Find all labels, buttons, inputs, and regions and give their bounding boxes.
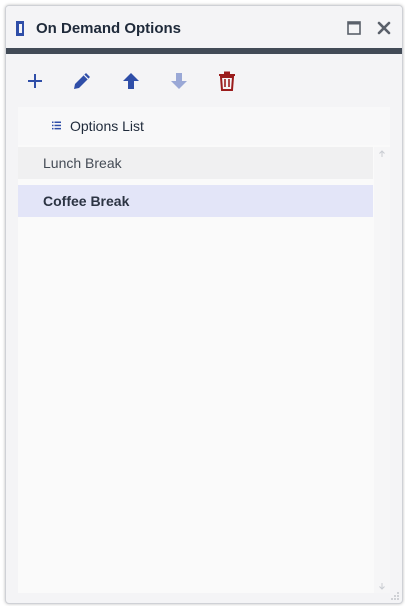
chevron-up-icon (379, 150, 385, 157)
delete-button[interactable] (214, 68, 240, 94)
move-down-button[interactable] (166, 68, 192, 94)
vertical-scrollbar[interactable] (374, 147, 390, 593)
maximize-button[interactable] (344, 18, 364, 38)
list-header: Options List (18, 107, 390, 145)
arrow-down-icon (171, 73, 187, 89)
toolbar (6, 54, 402, 104)
list-item-label: Coffee Break (43, 193, 130, 209)
on-demand-options-window: On Demand Options Options List Lunch Bre… (5, 5, 403, 604)
window-title: On Demand Options (36, 20, 182, 37)
maximize-icon (347, 21, 361, 35)
list-icon (52, 121, 61, 130)
list-title: Options List (70, 118, 144, 134)
title-bar[interactable]: On Demand Options (6, 6, 402, 48)
list-item-label: Lunch Break (43, 155, 122, 171)
resize-grip-icon[interactable] (390, 591, 400, 601)
close-button[interactable] (374, 18, 394, 38)
list-item-lunch-break[interactable]: Lunch Break (18, 147, 373, 179)
plus-icon (28, 74, 42, 88)
add-button[interactable] (22, 68, 48, 94)
move-up-button[interactable] (118, 68, 144, 94)
edit-button[interactable] (69, 68, 95, 94)
trash-icon (219, 71, 235, 91)
scroll-down-button[interactable] (374, 579, 390, 593)
arrow-up-icon (123, 73, 139, 89)
chevron-down-icon (379, 583, 385, 590)
dp-logo-icon (16, 21, 24, 36)
options-panel: Options List Lunch Break Coffee Break (18, 107, 390, 593)
pencil-icon (74, 73, 90, 89)
close-icon (377, 21, 391, 35)
scroll-up-button[interactable] (374, 147, 390, 161)
list-item-coffee-break[interactable]: Coffee Break (18, 185, 373, 217)
